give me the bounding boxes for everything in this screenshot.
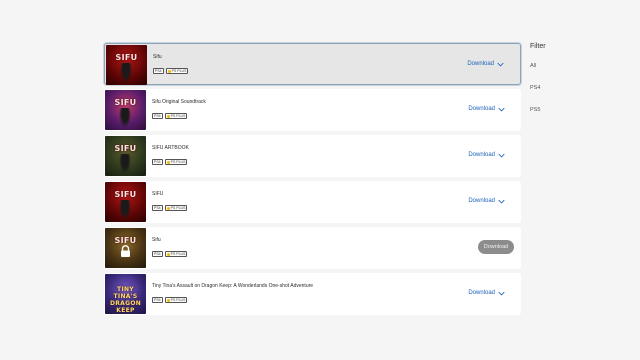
item-title: SIFU ARTBOOK bbox=[152, 145, 189, 151]
download-button-disabled[interactable]: Download bbox=[478, 240, 514, 254]
filter-option-ps4[interactable]: PS4 bbox=[530, 85, 546, 91]
library-list: SIFU Sifu PS4 PS PLUS Download SIFU Sifu… bbox=[104, 43, 521, 319]
list-item[interactable]: SIFU Sifu PS4 PS PLUS Download bbox=[104, 227, 521, 269]
download-label: Download bbox=[467, 61, 494, 67]
chevron-down-icon bbox=[498, 107, 505, 111]
platform-badge: PS4 bbox=[152, 205, 163, 211]
download-button[interactable]: Download bbox=[467, 61, 504, 67]
thumbnail-logo: SIFU bbox=[114, 190, 137, 199]
ps-plus-badge: PS PLUS bbox=[164, 159, 188, 165]
download-button[interactable]: Download bbox=[468, 106, 505, 112]
game-thumbnail: SIFU bbox=[105, 136, 146, 176]
chevron-down-icon bbox=[498, 291, 505, 295]
download-button[interactable]: Download bbox=[468, 198, 505, 204]
platform-badge: PS4 bbox=[152, 297, 163, 303]
thumbnail-logo: SIFU bbox=[114, 98, 137, 107]
ps-plus-icon bbox=[166, 114, 170, 118]
ps-plus-badge: PS PLUS bbox=[164, 113, 188, 119]
game-thumbnail: SIFU bbox=[106, 45, 147, 85]
ps-plus-icon bbox=[166, 298, 170, 302]
item-title: SIFU bbox=[152, 191, 164, 197]
platform-badge: PS4 bbox=[153, 68, 164, 74]
lock-icon bbox=[121, 245, 130, 257]
game-thumbnail: SIFU bbox=[105, 228, 146, 268]
platform-badge: PS4 bbox=[152, 159, 163, 165]
download-label: Download bbox=[468, 106, 495, 112]
filter-option-ps5[interactable]: PS5 bbox=[530, 107, 546, 113]
item-title: Tiny Tina's Assault on Dragon Keep: A Wo… bbox=[152, 283, 314, 289]
ps-plus-badge: PS PLUS bbox=[165, 68, 189, 74]
filter-title: Filter bbox=[530, 43, 546, 50]
list-item[interactable]: SIFU Sifu Original Soundtrack PS4 PS PLU… bbox=[104, 89, 521, 131]
ps-plus-badge: PS PLUS bbox=[164, 297, 188, 303]
download-label: Download bbox=[468, 290, 495, 296]
thumbnail-logo: TINY TINA'S DRAGON KEEP bbox=[109, 286, 142, 314]
platform-badge: PS4 bbox=[152, 251, 163, 257]
ps-plus-icon bbox=[166, 206, 170, 210]
game-thumbnail: SIFU bbox=[105, 90, 146, 130]
thumbnail-logo: SIFU bbox=[114, 236, 137, 245]
platform-badge: PS4 bbox=[152, 113, 163, 119]
download-button[interactable]: Download bbox=[468, 152, 505, 158]
list-item[interactable]: SIFU SIFU ARTBOOK PS4 PS PLUS Download bbox=[104, 135, 521, 177]
ps-plus-icon bbox=[166, 252, 170, 256]
download-label: Download bbox=[468, 198, 495, 204]
game-thumbnail: SIFU bbox=[105, 182, 146, 222]
game-thumbnail: TINY TINA'S DRAGON KEEP bbox=[105, 274, 146, 314]
list-item[interactable]: SIFU Sifu PS4 PS PLUS Download bbox=[104, 43, 521, 85]
chevron-down-icon bbox=[498, 153, 505, 157]
list-item[interactable]: SIFU SIFU PS4 PS PLUS Download bbox=[104, 181, 521, 223]
thumbnail-logo: SIFU bbox=[114, 144, 137, 153]
ps-plus-icon bbox=[166, 160, 170, 164]
chevron-down-icon bbox=[498, 199, 505, 203]
thumbnail-logo: SIFU bbox=[115, 53, 138, 62]
list-item[interactable]: TINY TINA'S DRAGON KEEP Tiny Tina's Assa… bbox=[104, 273, 521, 315]
item-title: Sifu bbox=[153, 54, 162, 60]
ps-plus-icon bbox=[167, 69, 171, 73]
item-title: Sifu Original Soundtrack bbox=[152, 99, 206, 105]
filter-option-all[interactable]: All bbox=[530, 63, 546, 69]
ps-plus-badge: PS PLUS bbox=[164, 205, 188, 211]
ps-plus-badge: PS PLUS bbox=[164, 251, 188, 257]
chevron-down-icon bbox=[497, 62, 504, 66]
filter-panel: Filter All PS4 PS5 bbox=[530, 43, 546, 129]
download-button[interactable]: Download bbox=[468, 290, 505, 296]
item-title: Sifu bbox=[152, 237, 161, 243]
download-label: Download bbox=[468, 152, 495, 158]
